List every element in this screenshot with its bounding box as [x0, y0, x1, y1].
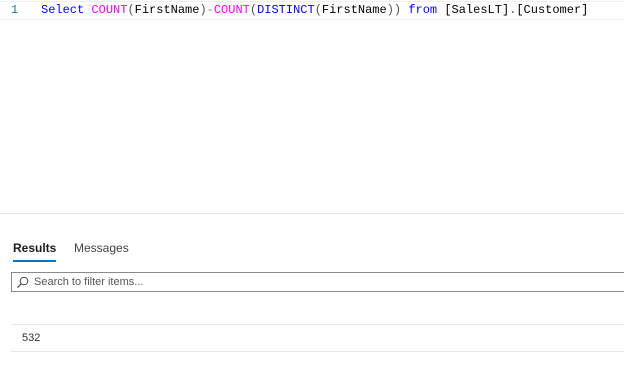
table-name: [Customer] — [516, 3, 589, 17]
paren: ( — [314, 3, 322, 17]
paren: ( — [127, 3, 135, 17]
code-line-1[interactable]: 1 Select COUNT(FirstName)-COUNT(DISTINCT… — [0, 1, 624, 20]
search-input[interactable] — [34, 274, 614, 290]
query-editor[interactable]: 1 Select COUNT(FirstName)-COUNT(DISTINCT… — [0, 0, 624, 214]
schema-name: [SalesLT] — [444, 3, 510, 17]
result-cell[interactable]: 532 — [22, 332, 40, 344]
keyword-from: from — [408, 3, 438, 17]
tab-results[interactable]: Results — [13, 240, 57, 262]
function-count: COUNT — [91, 3, 128, 17]
results-grid[interactable]: 532 — [11, 324, 624, 352]
paren: ( — [249, 3, 258, 17]
paren: )) — [386, 3, 402, 17]
column-name: FirstName — [134, 3, 200, 17]
keyword-select: Select — [41, 3, 85, 17]
column-name: FirstName — [321, 3, 387, 17]
paren: ) — [199, 3, 207, 17]
search-icon — [17, 276, 29, 288]
line-number: 1 — [11, 3, 19, 17]
search-box[interactable] — [11, 272, 624, 292]
tab-messages[interactable]: Messages — [74, 240, 129, 256]
sql-code[interactable]: Select COUNT(FirstName)-COUNT(DISTINCT(F… — [41, 2, 588, 19]
function-count: COUNT — [213, 3, 250, 17]
keyword-distinct: DISTINCT — [257, 3, 315, 17]
operator-minus: - — [206, 3, 214, 17]
